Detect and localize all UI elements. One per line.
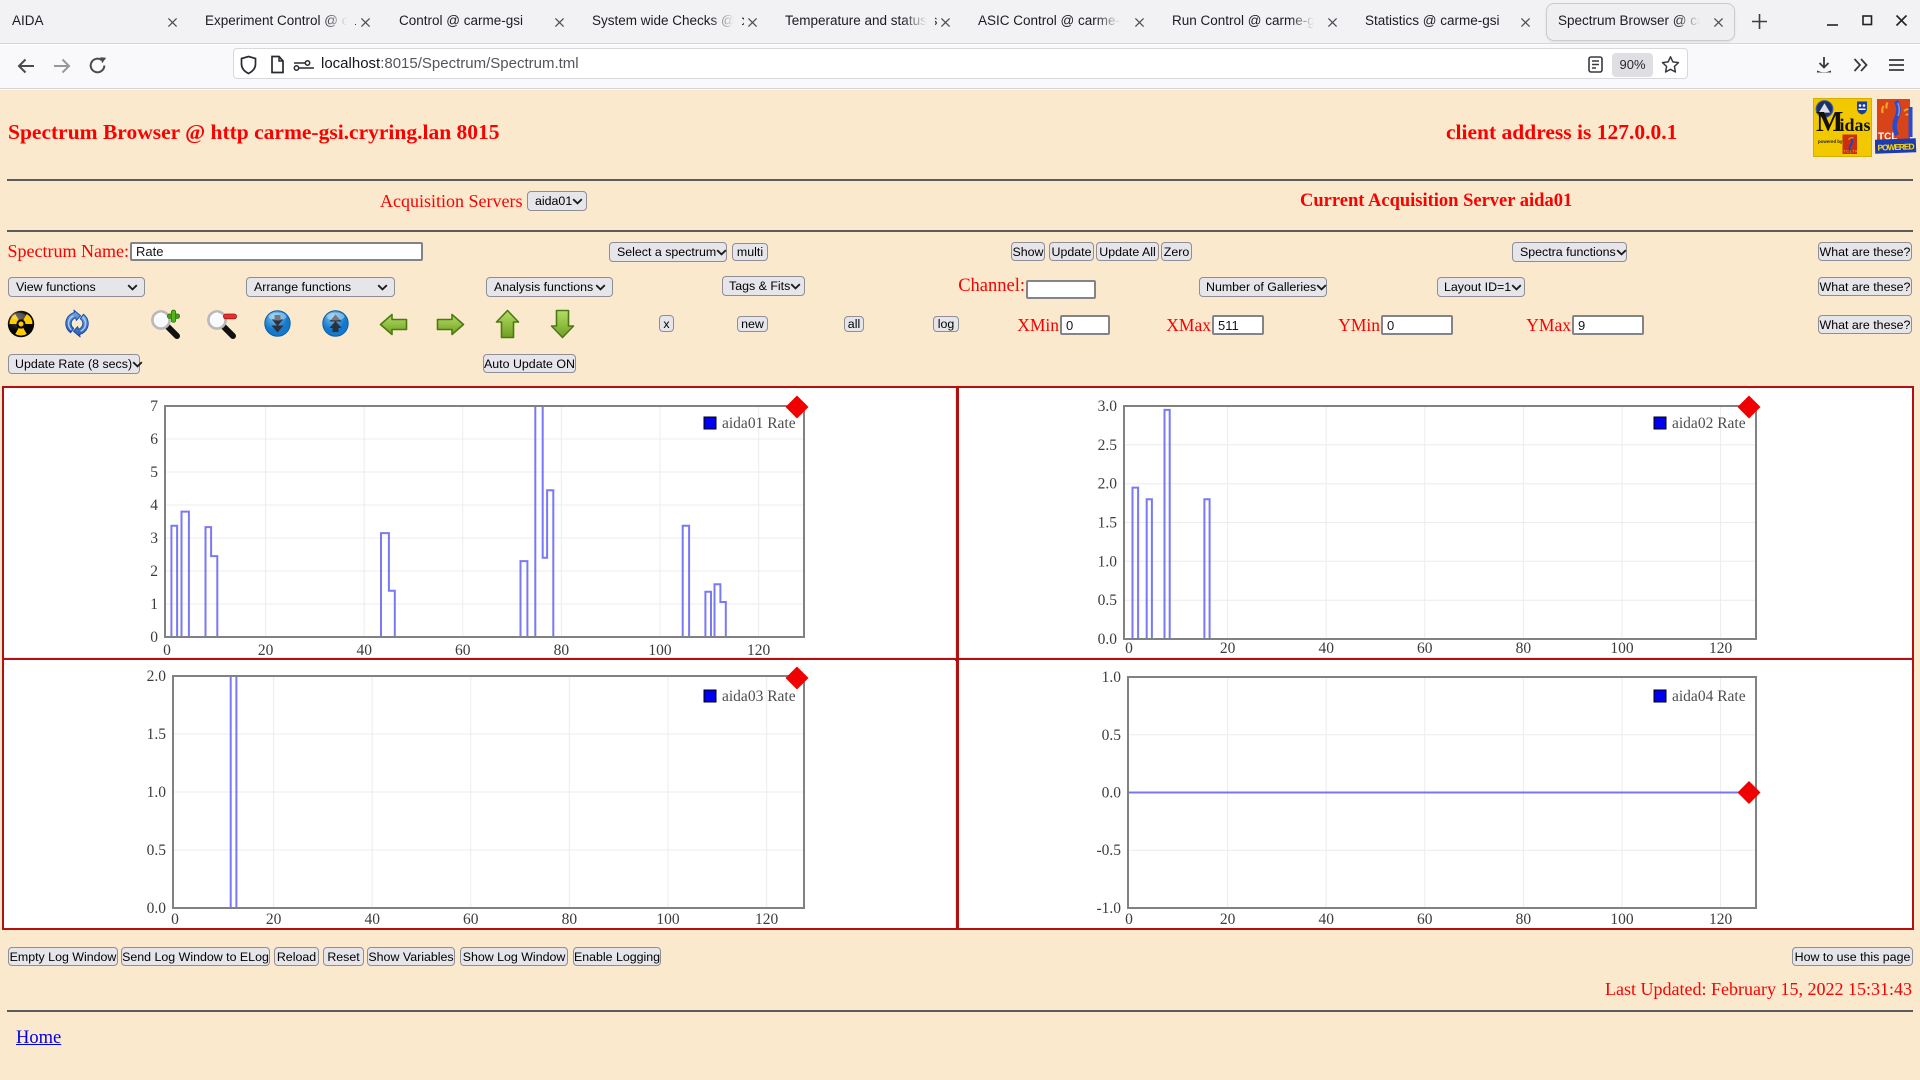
svg-text:20: 20 <box>258 642 274 657</box>
svg-text:0: 0 <box>150 629 158 646</box>
svg-text:1.0: 1.0 <box>1098 553 1118 570</box>
svg-text:60: 60 <box>455 642 471 657</box>
svg-text:40: 40 <box>364 911 380 928</box>
svg-text:0.5: 0.5 <box>147 842 167 859</box>
svg-text:0.5: 0.5 <box>1098 592 1118 609</box>
svg-text:2.5: 2.5 <box>1098 437 1118 454</box>
svg-text:POWERED: POWERED <box>1877 141 1914 152</box>
svg-text:-0.5: -0.5 <box>1096 842 1121 859</box>
svg-text:60: 60 <box>1417 640 1433 657</box>
svg-text:1.0: 1.0 <box>1102 669 1122 686</box>
svg-text:100: 100 <box>656 911 680 928</box>
svg-text:20: 20 <box>266 911 282 928</box>
svg-text:3: 3 <box>150 530 158 547</box>
svg-text:4: 4 <box>150 497 158 514</box>
svg-text:1.5: 1.5 <box>147 726 167 743</box>
svg-text:0.5: 0.5 <box>1102 727 1122 744</box>
svg-text:20: 20 <box>1220 640 1236 657</box>
svg-text:120: 120 <box>755 911 779 928</box>
svg-text:120: 120 <box>747 642 771 657</box>
svg-text:-1.0: -1.0 <box>1096 900 1121 917</box>
svg-text:0: 0 <box>171 911 179 928</box>
svg-text:100: 100 <box>648 642 672 657</box>
svg-text:0.0: 0.0 <box>147 900 167 917</box>
svg-text:120: 120 <box>1709 640 1733 657</box>
svg-text:aida04 Rate: aida04 Rate <box>1672 688 1746 705</box>
svg-text:80: 80 <box>1516 640 1532 657</box>
svg-text:40: 40 <box>1318 911 1334 928</box>
svg-text:100: 100 <box>1610 640 1634 657</box>
svg-text:2: 2 <box>150 563 158 580</box>
svg-text:40: 40 <box>1318 640 1334 657</box>
svg-text:0: 0 <box>1125 640 1133 657</box>
svg-text:aida03 Rate: aida03 Rate <box>722 688 796 705</box>
svg-text:7: 7 <box>150 398 158 415</box>
svg-text:3.0: 3.0 <box>1098 398 1118 415</box>
svg-text:powered by: powered by <box>1818 139 1843 144</box>
svg-text:idas: idas <box>1840 115 1871 135</box>
svg-text:80: 80 <box>554 642 570 657</box>
svg-text:0.0: 0.0 <box>1098 631 1118 648</box>
svg-text:60: 60 <box>463 911 479 928</box>
svg-text:80: 80 <box>1516 911 1532 928</box>
svg-text:40: 40 <box>356 642 372 657</box>
svg-text:6: 6 <box>150 431 158 448</box>
svg-text:aida01 Rate: aida01 Rate <box>722 415 796 432</box>
svg-text:2.0: 2.0 <box>147 668 167 685</box>
svg-text:0: 0 <box>163 642 171 657</box>
svg-text:2.0: 2.0 <box>1098 476 1118 493</box>
svg-text:20: 20 <box>1220 911 1236 928</box>
svg-text:120: 120 <box>1709 911 1733 928</box>
svg-text:0: 0 <box>1125 911 1133 928</box>
svg-text:100: 100 <box>1610 911 1634 928</box>
svg-text:80: 80 <box>562 911 578 928</box>
svg-text:aida02 Rate: aida02 Rate <box>1672 415 1746 432</box>
svg-text:1.5: 1.5 <box>1098 515 1118 532</box>
svg-text:T C L T K: T C L T K <box>1844 150 1859 154</box>
svg-text:0.0: 0.0 <box>1102 785 1122 802</box>
svg-text:1: 1 <box>150 596 158 613</box>
svg-text:5: 5 <box>150 464 158 481</box>
svg-text:1.0: 1.0 <box>147 784 167 801</box>
svg-text:60: 60 <box>1417 911 1433 928</box>
